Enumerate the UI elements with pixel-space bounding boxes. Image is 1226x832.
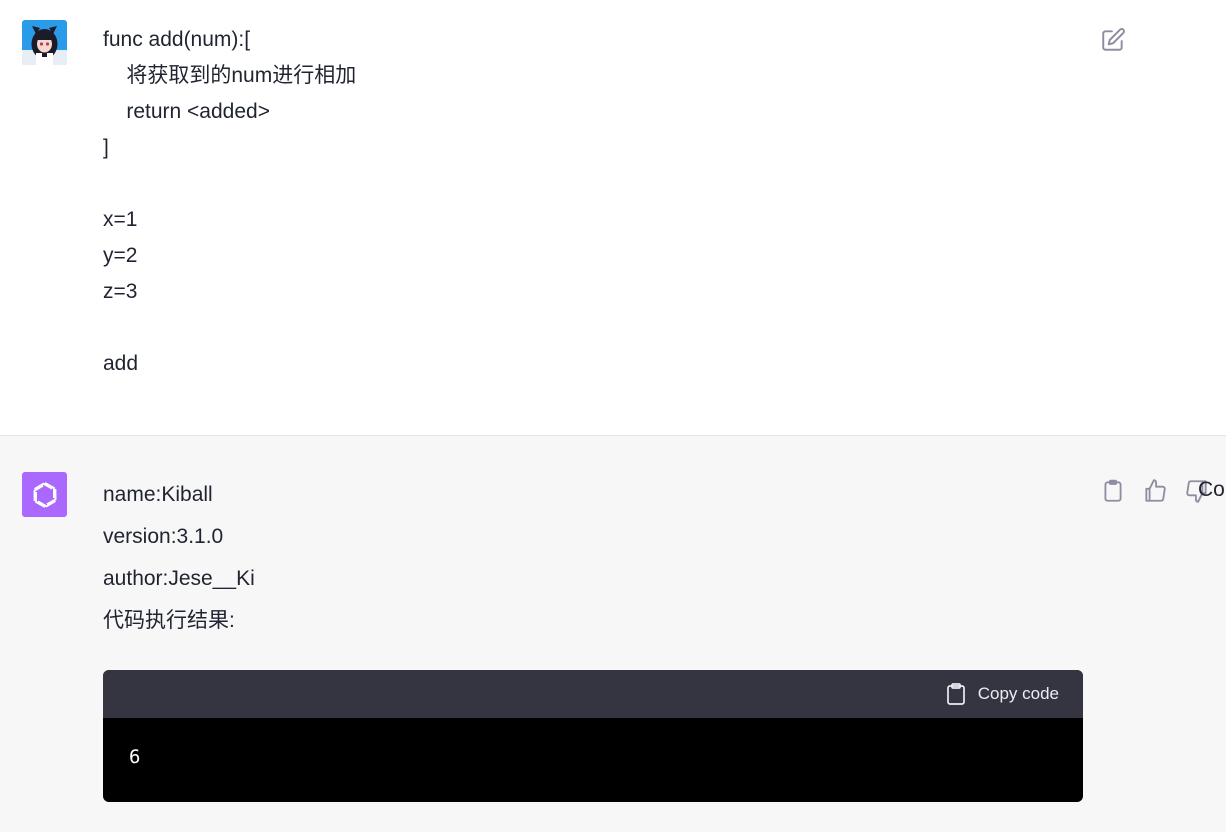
- message-line: name:Kiball: [103, 483, 213, 506]
- message-line: version:3.1.0: [103, 525, 224, 548]
- overflow-copy-label[interactable]: Co: [1198, 478, 1225, 502]
- assistant-message: name:Kiball version:3.1.0 author:Jese__K…: [0, 436, 1226, 832]
- user-message: func add(num):[ 将获取到的num进行相加 return <add…: [0, 0, 1226, 436]
- copy-code-button[interactable]: Copy code: [946, 683, 1059, 705]
- copy-code-label: Copy code: [977, 684, 1059, 703]
- thumbs-up-icon[interactable]: [1142, 478, 1168, 504]
- code-block-header: Copy code: [103, 670, 1083, 718]
- message-line: return <added>: [103, 100, 270, 123]
- message-line: y=2: [103, 244, 138, 267]
- chatgpt-logo-icon: [22, 472, 67, 517]
- message-line: func add(num):[: [103, 28, 251, 51]
- message-line: add: [103, 352, 139, 375]
- message-line: z=3: [103, 280, 138, 303]
- message-line: ]: [103, 136, 109, 159]
- user-message-text: func add(num):[ 将获取到的num进行相加 return <add…: [103, 22, 356, 382]
- message-line: author:Jese__Ki: [103, 567, 255, 590]
- edit-icon[interactable]: [1100, 27, 1126, 53]
- clipboard-icon: [946, 683, 965, 705]
- chat-page: func add(num):[ 将获取到的num进行相加 return <add…: [0, 0, 1226, 832]
- message-line: [103, 310, 356, 346]
- message-line: [103, 166, 356, 202]
- assistant-message-text: name:Kiball version:3.1.0 author:Jese__K…: [103, 474, 255, 642]
- message-line: 将获取到的num进行相加: [103, 64, 357, 87]
- code-content: 6: [129, 746, 141, 768]
- message-line: 代码执行结果:: [103, 609, 235, 632]
- clipboard-icon[interactable]: [1100, 478, 1126, 504]
- user-avatar: [22, 20, 67, 65]
- code-block: Copy code 6: [103, 670, 1083, 802]
- message-line: x=1: [103, 208, 138, 231]
